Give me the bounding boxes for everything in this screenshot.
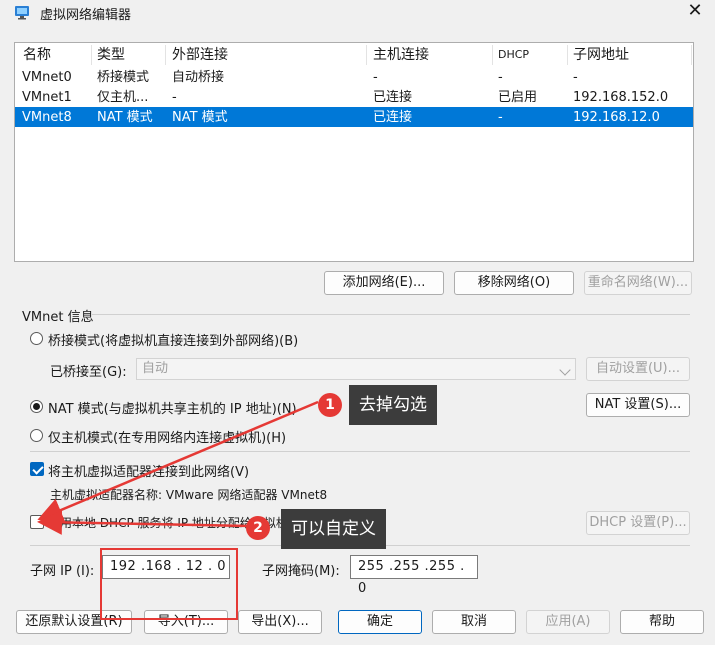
nat-mode-radio[interactable] bbox=[30, 400, 43, 413]
subnet-mask-label: 子网掩码(M): bbox=[262, 564, 340, 579]
annotation-badge-2: 2 bbox=[246, 516, 270, 540]
annotation-badge-1: 1 bbox=[318, 393, 342, 417]
remove-network-button[interactable]: 移除网络(O) bbox=[454, 271, 574, 295]
cell-type: NAT 模式 bbox=[97, 110, 153, 125]
subnet-ip-label: 子网 IP (I): bbox=[30, 564, 95, 579]
dhcp-settings-button[interactable]: DHCP 设置(P)... bbox=[586, 511, 690, 535]
cell-dhcp: 已启用 bbox=[498, 90, 538, 105]
column-header-subnet[interactable]: 子网地址 bbox=[573, 46, 629, 64]
bridged-to-value: 自动 bbox=[142, 361, 169, 376]
close-icon[interactable]: ✕ bbox=[685, 1, 705, 21]
annotation-tip-2: 可以自定义 bbox=[281, 509, 386, 549]
list-header: 名称 类型 外部连接 主机连接 DHCP 子网地址 bbox=[15, 43, 693, 67]
network-list[interactable]: 名称 类型 外部连接 主机连接 DHCP 子网地址 VMnet0 桥接模式 自动… bbox=[14, 42, 694, 262]
export-button[interactable]: 导出(X)... bbox=[238, 610, 322, 634]
adapter-name-label: 主机虚拟适配器名称: VMware 网络适配器 VMnet8 bbox=[50, 488, 328, 502]
cell-host: 已连接 bbox=[373, 90, 413, 105]
subnet-mask-field[interactable]: 255 .255 .255 . 0 bbox=[350, 555, 478, 596]
connect-adapter-checkbox[interactable] bbox=[30, 462, 44, 476]
column-header-type[interactable]: 类型 bbox=[97, 46, 125, 64]
title-bar: 虚拟网络编辑器 ✕ bbox=[0, 0, 715, 26]
column-header-name[interactable]: 名称 bbox=[23, 46, 51, 64]
nat-mode-label[interactable]: NAT 模式(与虚拟机共享主机的 IP 地址)(N) bbox=[48, 398, 297, 417]
cell-external: - bbox=[172, 90, 177, 105]
nat-settings-button[interactable]: NAT 设置(S)... bbox=[586, 393, 690, 417]
annotation-tip-1: 去掉勾选 bbox=[349, 385, 437, 425]
cell-subnet: 192.168.12.0 bbox=[573, 110, 660, 125]
column-header-external[interactable]: 外部连接 bbox=[172, 46, 228, 64]
bridged-mode-radio[interactable] bbox=[30, 332, 43, 345]
column-header-dhcp[interactable]: DHCP bbox=[498, 46, 529, 64]
chevron-down-icon bbox=[559, 364, 571, 376]
cell-subnet: - bbox=[573, 70, 578, 85]
connect-adapter-label[interactable]: 将主机虚拟适配器连接到此网络(V) bbox=[48, 461, 249, 480]
bridged-mode-label[interactable]: 桥接模式(将虚拟机直接连接到外部网络)(B) bbox=[48, 330, 298, 349]
network-editor-icon bbox=[15, 6, 29, 20]
add-network-button[interactable]: 添加网络(E)... bbox=[324, 271, 444, 295]
auto-settings-button[interactable]: 自动设置(U)... bbox=[586, 357, 690, 381]
host-only-label[interactable]: 仅主机模式(在专用网络内连接虚拟机)(H) bbox=[48, 427, 286, 446]
cell-host: - bbox=[373, 70, 378, 85]
table-row[interactable]: VMnet1 仅主机... - 已连接 已启用 192.168.152.0 bbox=[15, 87, 693, 107]
cell-name: VMnet0 bbox=[22, 70, 72, 85]
help-button[interactable]: 帮助 bbox=[620, 610, 704, 634]
cell-external: 自动桥接 bbox=[172, 70, 225, 85]
bridged-to-label: 已桥接至(G): bbox=[50, 365, 127, 380]
rename-network-button[interactable]: 重命名网络(W)... bbox=[584, 271, 692, 295]
cell-type: 仅主机... bbox=[97, 90, 149, 105]
cancel-button[interactable]: 取消 bbox=[432, 610, 516, 634]
table-row[interactable]: VMnet0 桥接模式 自动桥接 - - - bbox=[15, 67, 693, 87]
host-only-radio[interactable] bbox=[30, 429, 43, 442]
apply-button[interactable]: 应用(A) bbox=[526, 610, 610, 634]
table-row-selected[interactable]: VMnet8 NAT 模式 NAT 模式 已连接 - 192.168.12.0 bbox=[15, 107, 693, 127]
cell-external: NAT 模式 bbox=[172, 110, 228, 125]
subnet-ip-highlight bbox=[100, 548, 238, 620]
window-title: 虚拟网络编辑器 bbox=[40, 8, 132, 23]
cell-name: VMnet1 bbox=[22, 90, 72, 105]
ok-button[interactable]: 确定 bbox=[338, 610, 422, 634]
column-header-host[interactable]: 主机连接 bbox=[373, 46, 429, 64]
cell-host: 已连接 bbox=[373, 110, 413, 125]
dhcp-checkbox[interactable] bbox=[30, 515, 44, 529]
bridged-to-select[interactable]: 自动 bbox=[136, 358, 576, 380]
cell-dhcp: - bbox=[498, 70, 503, 85]
cell-dhcp: - bbox=[498, 110, 503, 125]
cell-name: VMnet8 bbox=[22, 110, 72, 125]
cell-type: 桥接模式 bbox=[97, 70, 150, 85]
vmnet-info-heading: VMnet 信息 bbox=[22, 310, 94, 325]
cell-subnet: 192.168.152.0 bbox=[573, 90, 669, 105]
